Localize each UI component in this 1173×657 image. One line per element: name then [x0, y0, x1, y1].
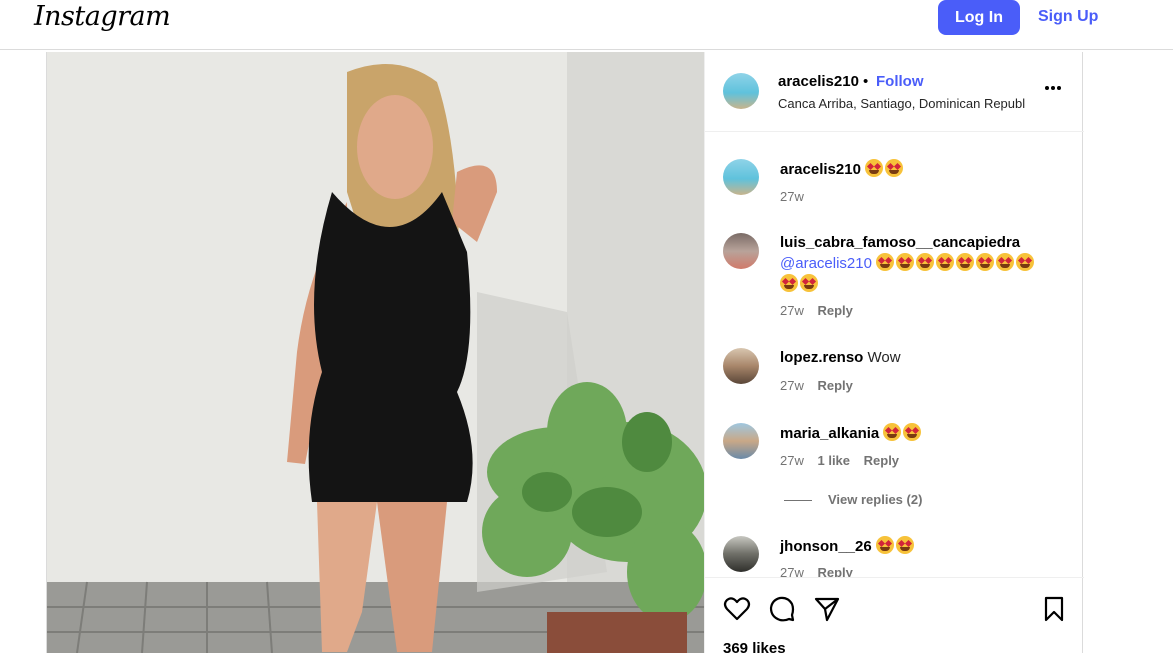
- comment-time: 27w: [780, 378, 804, 393]
- author-username[interactable]: aracelis210: [778, 73, 859, 90]
- heart-eyes-emoji: [896, 253, 915, 271]
- commenter-avatar[interactable]: [723, 423, 759, 459]
- comment-meta: 27w 1 like Reply: [780, 453, 909, 468]
- signup-link[interactable]: Sign Up: [1038, 8, 1098, 26]
- commenter-avatar[interactable]: [723, 159, 759, 195]
- post-actions: 369 likes: [705, 577, 1084, 657]
- follow-button[interactable]: Follow: [876, 73, 924, 90]
- heart-eyes-emoji: [956, 253, 975, 271]
- comment-mention[interactable]: @aracelis210: [780, 255, 872, 272]
- comment-time: 27w: [780, 303, 804, 318]
- reply-button[interactable]: Reply: [817, 378, 852, 393]
- comment-time: 27w: [780, 565, 804, 577]
- commenter-avatar[interactable]: [723, 348, 759, 384]
- comment-body: jhonson__26: [780, 536, 1060, 557]
- photo-illustration: [47, 52, 704, 653]
- comment-time: 27w: [780, 189, 804, 204]
- reply-button[interactable]: Reply: [864, 453, 899, 468]
- heart-eyes-emoji: [885, 159, 904, 177]
- top-bar: Instagram Log In Sign Up: [0, 0, 1173, 50]
- heart-eyes-emoji: [903, 423, 922, 441]
- comment-meta: 27w Reply: [780, 303, 863, 318]
- comments-list[interactable]: aracelis210 27w luis_cabra_famoso__canca…: [705, 133, 1084, 577]
- comment-username[interactable]: jhonson__26: [780, 538, 872, 555]
- post-side-panel: aracelis210 • Follow Canca Arriba, Santi…: [704, 52, 1084, 657]
- comment-username[interactable]: luis_cabra_famoso__cancapiedra: [780, 234, 1020, 251]
- comment-username[interactable]: maria_alkania: [780, 425, 879, 442]
- commenter-avatar[interactable]: [723, 536, 759, 572]
- comment-meta: 27w: [780, 189, 814, 204]
- reply-button[interactable]: Reply: [817, 303, 852, 318]
- heart-eyes-emoji: [780, 274, 798, 292]
- comment-body: luis_cabra_famoso__cancapiedra @aracelis…: [780, 233, 1060, 295]
- heart-eyes-emoji: [876, 253, 895, 271]
- heart-eyes-emoji: [895, 536, 914, 554]
- reply-button[interactable]: Reply: [817, 565, 852, 577]
- comment-meta: 27w Reply: [780, 378, 863, 393]
- author-avatar[interactable]: [723, 73, 759, 109]
- heart-eyes-emoji: [1016, 253, 1035, 271]
- comment-body: maria_alkania: [780, 423, 1060, 444]
- heart-eyes-emoji: [800, 274, 818, 292]
- comment-text: Wow: [867, 349, 901, 366]
- separator-dot: •: [863, 73, 869, 90]
- post-location[interactable]: Canca Arriba, Santiago, Dominican Republ…: [778, 96, 1026, 111]
- comment-meta: 27w Reply: [780, 565, 863, 577]
- heart-eyes-emoji: [916, 253, 935, 271]
- instagram-logo[interactable]: Instagram: [34, 1, 171, 32]
- comment-body: lopez.renso Wow: [780, 348, 1060, 368]
- comment-like-count[interactable]: 1 like: [817, 453, 850, 468]
- view-replies-label: View replies (2): [828, 492, 923, 507]
- more-options-icon[interactable]: [1043, 78, 1063, 98]
- heart-icon[interactable]: [723, 595, 751, 623]
- comment-time: 27w: [780, 453, 804, 468]
- share-icon[interactable]: [813, 595, 841, 623]
- heart-eyes-emoji: [996, 253, 1015, 271]
- bookmark-icon[interactable]: [1040, 595, 1068, 623]
- replies-divider: [784, 500, 812, 502]
- post-header: aracelis210 • Follow Canca Arriba, Santi…: [705, 52, 1084, 132]
- comment-username[interactable]: lopez.renso: [780, 349, 863, 366]
- heart-eyes-emoji: [883, 423, 902, 441]
- comment-body: aracelis210: [780, 159, 1060, 180]
- heart-eyes-emoji: [875, 536, 894, 554]
- post-container: aracelis210 • Follow Canca Arriba, Santi…: [46, 52, 1084, 657]
- heart-eyes-emoji: [865, 159, 884, 177]
- heart-eyes-emoji: [936, 253, 955, 271]
- like-count[interactable]: 369 likes: [723, 640, 786, 657]
- heart-eyes-emoji: [976, 253, 995, 271]
- post-photo[interactable]: [47, 52, 704, 653]
- commenter-avatar[interactable]: [723, 233, 759, 269]
- view-replies-button[interactable]: View replies (2): [784, 492, 922, 507]
- comment-icon[interactable]: [768, 595, 796, 623]
- comment-username[interactable]: aracelis210: [780, 161, 861, 178]
- login-button[interactable]: Log In: [938, 0, 1020, 35]
